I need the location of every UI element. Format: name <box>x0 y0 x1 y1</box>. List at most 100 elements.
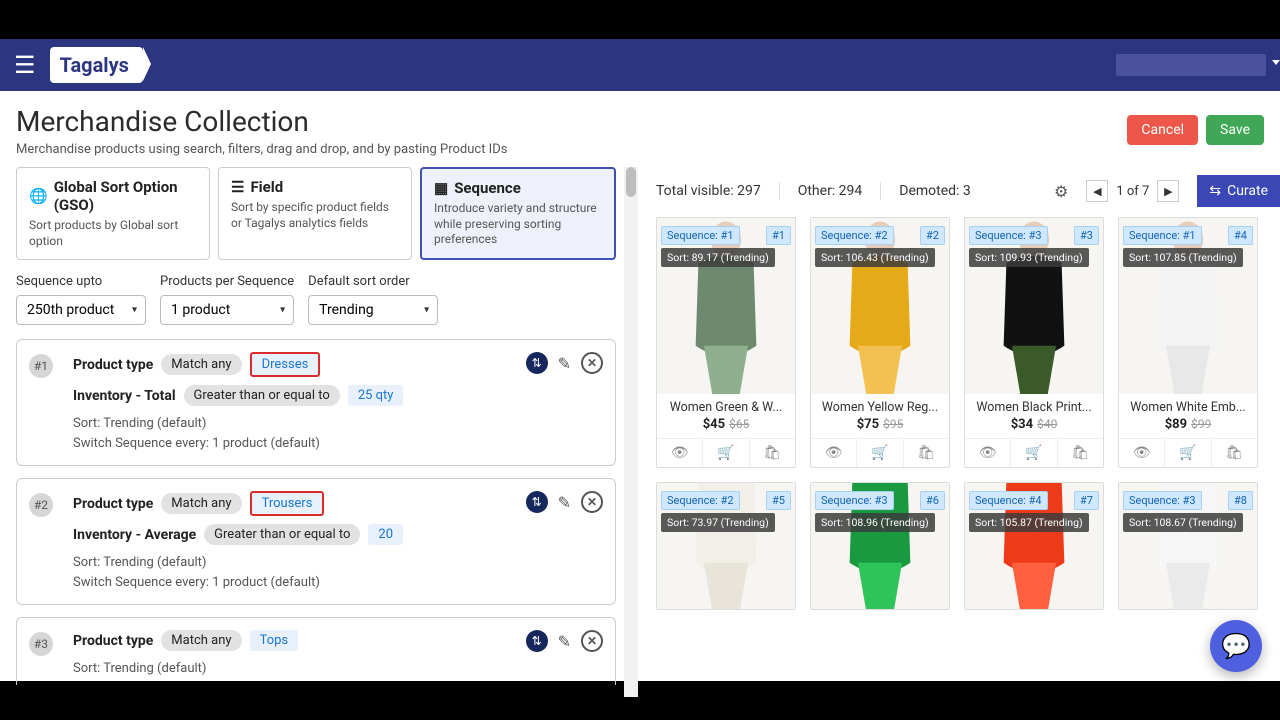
inventory-label: Inventory - Total <box>73 388 176 404</box>
inventory-op-chip[interactable]: Greater than or equal to <box>204 524 360 545</box>
brand-logo[interactable]: Tagalys <box>50 47 143 83</box>
delete-icon[interactable]: ✕ <box>581 630 603 652</box>
shuffle-icon: ⇆ <box>1209 183 1221 199</box>
cart-icon[interactable]: 🛒 <box>857 439 903 467</box>
account-dropdown[interactable] <box>1116 54 1266 76</box>
reorder-icon[interactable]: ⇅ <box>526 352 548 374</box>
per-seq-select[interactable]: 1 product▾ <box>160 295 294 325</box>
rule-card: #3 ⇅ ✎ ✕ Product type Match any Tops Sor… <box>16 617 616 685</box>
edit-icon[interactable]: ✎ <box>558 632 571 651</box>
match-chip[interactable]: Match any <box>161 354 241 375</box>
inventory-value-chip[interactable]: 20 <box>368 524 403 545</box>
type-value-chip[interactable]: Tops <box>250 630 299 651</box>
cart-icon[interactable]: 🛒 <box>1165 439 1211 467</box>
match-chip[interactable]: Match any <box>161 493 241 514</box>
topbar: ☰ Tagalys <box>0 39 1280 91</box>
product-card[interactable]: Sequence: #1 #1 Sort: 89.17 (Trending) W… <box>656 217 796 468</box>
grid-icon: ▦ <box>434 179 448 197</box>
delete-icon[interactable]: ✕ <box>581 491 603 513</box>
match-chip[interactable]: Match any <box>161 630 241 651</box>
eye-icon[interactable]: 👁 <box>965 439 1011 467</box>
rule-number-badge: #1 <box>29 354 53 378</box>
product-card[interactable]: Sequence: #2 #5 Sort: 73.97 (Trending) <box>656 482 796 610</box>
scrollbar-thumb[interactable] <box>626 167 636 197</box>
tab-gso[interactable]: 🌐Global Sort Option (GSO) Sort products … <box>16 167 210 260</box>
chat-icon: 💬 <box>1221 632 1251 660</box>
eye-icon[interactable]: 👁 <box>1119 439 1165 467</box>
product-card[interactable]: Sequence: #3 #3 Sort: 109.93 (Trending) … <box>964 217 1104 468</box>
page-title: Merchandise Collection <box>16 105 507 138</box>
inventory-label: Inventory - Average <box>73 527 196 543</box>
product-image: Sequence: #4 #7 Sort: 105.87 (Trending) <box>965 483 1103 610</box>
product-image: Sequence: #2 #5 Sort: 73.97 (Trending) <box>657 483 795 610</box>
page-subtitle: Merchandise products using search, filte… <box>16 142 507 157</box>
chat-widget[interactable]: 💬 <box>1210 620 1262 672</box>
type-value-chip[interactable]: Dresses <box>250 352 321 377</box>
bag-icon[interactable]: 🛍 <box>904 439 949 467</box>
product-grid-row: Sequence: #1 #1 Sort: 89.17 (Trending) W… <box>646 217 1280 468</box>
rank-badge: #3 <box>1074 226 1099 245</box>
menu-icon[interactable]: ☰ <box>14 51 36 79</box>
product-title: Women White Emb... <box>1119 394 1257 417</box>
bag-icon[interactable]: 🛍 <box>750 439 795 467</box>
reorder-icon[interactable]: ⇅ <box>526 630 548 652</box>
list-icon: ☰ <box>231 178 244 196</box>
rule-number-badge: #3 <box>29 632 53 656</box>
tab-sequence[interactable]: ▦Sequence Introduce variety and structur… <box>420 167 616 260</box>
prev-page-button[interactable]: ◀ <box>1086 180 1108 202</box>
scrollbar[interactable] <box>624 167 638 697</box>
demoted-count: Demoted: 3 <box>899 183 971 199</box>
type-value-chip[interactable]: Trousers <box>250 491 325 516</box>
product-card[interactable]: Sequence: #2 #2 Sort: 106.43 (Trending) … <box>810 217 950 468</box>
rank-badge: #8 <box>1228 491 1253 510</box>
product-image: Sequence: #1 #4 Sort: 107.85 (Trending) <box>1119 218 1257 394</box>
reorder-icon[interactable]: ⇅ <box>526 491 548 513</box>
curate-button[interactable]: ⇆Curate <box>1197 175 1280 207</box>
tab-field[interactable]: ☰Field Sort by specific product fields o… <box>218 167 412 260</box>
product-image: Sequence: #2 #2 Sort: 106.43 (Trending) <box>811 218 949 394</box>
gear-icon[interactable]: ⚙ <box>1054 182 1068 201</box>
cart-icon[interactable]: 🛒 <box>1011 439 1057 467</box>
rule-meta: Sort: Trending (default) Switch Sequence… <box>73 414 601 453</box>
edit-icon[interactable]: ✎ <box>558 354 571 373</box>
product-card[interactable]: Sequence: #3 #6 Sort: 108.96 (Trending) <box>810 482 950 610</box>
product-card[interactable]: Sequence: #1 #4 Sort: 107.85 (Trending) … <box>1118 217 1258 468</box>
save-button[interactable]: Save <box>1206 115 1264 145</box>
inventory-value-chip[interactable]: 25 qty <box>348 385 404 406</box>
sequence-badge: Sequence: #3 <box>815 491 894 510</box>
product-card[interactable]: Sequence: #3 #8 Sort: 108.67 (Trending) <box>1118 482 1258 610</box>
edit-icon[interactable]: ✎ <box>558 493 571 512</box>
sequence-badge: Sequence: #2 <box>661 491 740 510</box>
default-sort-select[interactable]: Trending▾ <box>308 295 438 325</box>
page-indicator: 1 of 7 <box>1110 184 1155 199</box>
rule-meta: Sort: Trending (default) Switch Sequence… <box>73 553 601 592</box>
delete-icon[interactable]: ✕ <box>581 352 603 374</box>
eye-icon[interactable]: 👁 <box>811 439 857 467</box>
product-card[interactable]: Sequence: #4 #7 Sort: 105.87 (Trending) <box>964 482 1104 610</box>
rank-badge: #2 <box>920 226 945 245</box>
next-page-button[interactable]: ▶ <box>1157 180 1179 202</box>
product-price: $45$65 <box>657 417 795 438</box>
cancel-button[interactable]: Cancel <box>1127 115 1198 145</box>
cart-icon[interactable]: 🛒 <box>703 439 749 467</box>
sort-badge: Sort: 109.93 (Trending) <box>969 248 1089 267</box>
rule-meta: Sort: Trending (default) <box>73 659 601 679</box>
default-sort-label: Default sort order <box>308 274 438 289</box>
eye-icon[interactable]: 👁 <box>657 439 703 467</box>
rule-number-badge: #2 <box>29 493 53 517</box>
rule-card: #1 ⇅ ✎ ✕ Product type Match any Dresses … <box>16 339 616 466</box>
total-visible: Total visible: 297 <box>656 183 761 199</box>
page-header: Merchandise Collection Merchandise produ… <box>0 91 1280 167</box>
seq-upto-select[interactable]: 250th product▾ <box>16 295 146 325</box>
sort-badge: Sort: 108.67 (Trending) <box>1123 513 1243 532</box>
per-seq-label: Products per Sequence <box>160 274 294 289</box>
other-count: Other: 294 <box>798 183 863 199</box>
bag-icon[interactable]: 🛍 <box>1212 439 1257 467</box>
product-grid-row: Sequence: #2 #5 Sort: 73.97 (Trending) S… <box>646 482 1280 610</box>
bag-icon[interactable]: 🛍 <box>1058 439 1103 467</box>
product-type-label: Product type <box>73 357 153 373</box>
grid-toolbar: Total visible: 297 Other: 294 Demoted: 3… <box>646 167 1280 217</box>
rank-badge: #5 <box>766 491 791 510</box>
chevron-down-icon: ▾ <box>280 305 285 316</box>
inventory-op-chip[interactable]: Greater than or equal to <box>184 385 340 406</box>
